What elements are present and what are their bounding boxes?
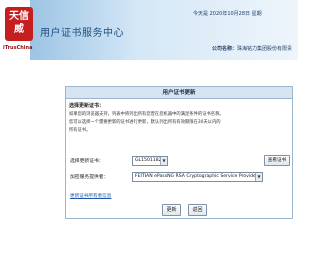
certificate-update-panel: 用户证书更新 选择更新证书： 如果您的浏览器支持，列表中将列出所有您曾在您机器中… xyxy=(65,86,293,219)
chevron-down-icon[interactable]: ▼ xyxy=(255,173,262,181)
update-button[interactable]: 更新 xyxy=(162,204,181,216)
back-button[interactable]: 返回 xyxy=(188,204,207,216)
chevron-down-icon[interactable]: ▼ xyxy=(160,157,167,165)
csp-select[interactable]: FEITIAN ePassNG RSA Cryptographic Servic… xyxy=(132,172,263,182)
company-name: 珠海铭力集团股份有限责 xyxy=(237,46,293,52)
app-title-text: 用户证书服务中心 xyxy=(40,28,124,39)
section-heading: 选择更新证书： xyxy=(69,103,105,109)
app-title: 用户证书服务中心 xyxy=(40,24,124,39)
change-owner-info-link[interactable]: 更新证书所有者信息 xyxy=(70,193,111,199)
logo: 天信威 iTrusChina xyxy=(3,4,36,56)
date-text: 今天是 2020年10月28日 星期 xyxy=(193,11,262,17)
cert-select-label: 选择更新证书： xyxy=(70,159,104,164)
header: 天信威 iTrusChina 用户证书服务中心 今天是 2020年10月28日 … xyxy=(0,0,298,60)
select-cert-section: 选择更新证书： 如果您的浏览器支持，列表中将列出所有您曾在您机器中的满足条件的证… xyxy=(66,99,292,135)
view-certificate-button[interactable]: 查看证书 xyxy=(264,155,290,166)
logo-seal: 天信威 xyxy=(5,7,33,41)
description-line: 您可以选择一个需要更新的证书进行更新，默认列出所有有效期限在30天以内的 xyxy=(69,120,221,125)
company-info: 公司名称：珠海铭力集团股份有限责 xyxy=(212,45,292,52)
csp-select-row: 加密服务提供者： FEITIAN ePassNG RSA Cryptograph… xyxy=(66,172,292,184)
cert-select-value: GL1501182 xyxy=(135,158,162,163)
panel-title: 用户证书更新 xyxy=(66,87,292,99)
logo-english-name: iTrusChina xyxy=(3,45,33,51)
csp-select-value: FEITIAN ePassNG RSA Cryptographic Servic… xyxy=(135,174,258,179)
company-label: 公司名称： xyxy=(212,46,238,52)
description-line: 所有证书。 xyxy=(69,128,91,133)
cert-select[interactable]: GL1501182 ▼ xyxy=(132,156,168,166)
cert-select-row: 选择更新证书： GL1501182 ▼ 查看证书 xyxy=(66,155,292,168)
description-line: 如果您的浏览器支持，列表中将列出所有您曾在您机器中的满足条件的证书名称。 xyxy=(69,112,224,117)
csp-select-label: 加密服务提供者： xyxy=(70,175,109,180)
